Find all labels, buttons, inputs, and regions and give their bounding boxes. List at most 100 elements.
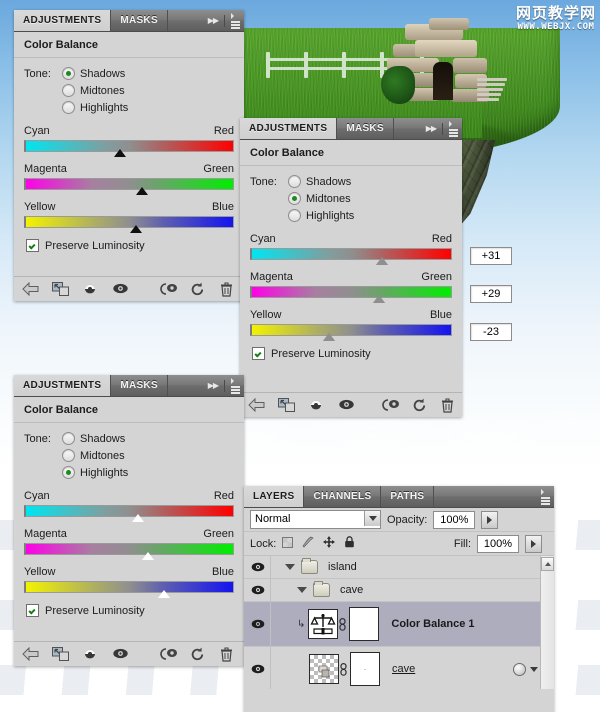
tab-adjustments[interactable]: ADJUSTMENTS	[14, 10, 112, 31]
panel-menu-icon[interactable]	[231, 12, 240, 29]
fill-input[interactable]: 100%	[477, 534, 519, 553]
tab-adjustments[interactable]: ADJUSTMENTS	[240, 118, 338, 139]
view-previous-state-icon[interactable]	[160, 282, 177, 297]
preserve-luminosity-checkbox[interactable]	[26, 604, 39, 617]
layer-style-icon[interactable]	[513, 662, 526, 676]
slider-track[interactable]	[24, 216, 234, 233]
lock-image-pixels-icon[interactable]	[302, 535, 314, 553]
color-balance-scale-icon[interactable]	[308, 609, 339, 639]
toggle-visibility-eye-icon[interactable]	[338, 398, 354, 413]
return-arrow-icon[interactable]	[22, 646, 39, 662]
layer-row-island[interactable]: island	[244, 556, 554, 579]
slider-value-input[interactable]: +31	[470, 247, 512, 265]
visibility-toggle-cave-group[interactable]	[246, 579, 271, 601]
slider-track[interactable]	[24, 581, 234, 598]
tab-layers[interactable]: LAYERS	[244, 486, 305, 507]
slider-track[interactable]	[250, 324, 452, 341]
slider-track[interactable]	[24, 543, 234, 560]
preview-eye-filled-icon[interactable]	[308, 398, 324, 413]
layers-panel[interactable]: LAYERS CHANNELS PATHS Normal Opacity: 10…	[244, 486, 554, 712]
collapse-panel-icon[interactable]: ▶▶	[208, 381, 219, 390]
delete-icon[interactable]	[441, 397, 454, 413]
clip-to-layer-icon[interactable]	[52, 281, 69, 297]
expand-effects-icon[interactable]	[530, 666, 538, 672]
view-previous-state-icon[interactable]	[160, 647, 177, 662]
layer-name[interactable]: cave	[340, 584, 363, 596]
slider-thumb[interactable]	[373, 295, 386, 303]
disclosure-triangle-icon[interactable]	[297, 587, 307, 593]
panel-menu-icon[interactable]	[449, 120, 458, 137]
preview-eye-filled-icon[interactable]	[82, 282, 98, 297]
visibility-toggle-cave[interactable]	[246, 647, 271, 689]
opacity-input[interactable]: 100%	[433, 510, 476, 529]
radio-shadows-icon[interactable]	[62, 432, 75, 445]
layer-row-cave[interactable]: · cave	[244, 647, 554, 689]
view-previous-state-icon[interactable]	[382, 398, 399, 413]
disclosure-triangle-icon[interactable]	[285, 564, 295, 570]
preserve-luminosity-checkbox[interactable]	[26, 239, 39, 252]
opacity-stepper-icon[interactable]	[481, 510, 499, 529]
preserve-luminosity-row[interactable]: Preserve Luminosity	[26, 604, 234, 617]
layer-row-cave-group[interactable]: cave	[244, 579, 554, 602]
blend-mode-select[interactable]: Normal	[250, 510, 381, 529]
radio-midtones-icon[interactable]	[62, 84, 75, 97]
return-arrow-icon[interactable]	[248, 397, 265, 413]
adjustments-panel-highlights[interactable]: ADJUSTMENTS MASKS ▶▶ Color Balance Tone: Shad…	[14, 375, 296, 666]
tab-masks[interactable]: MASKS	[111, 375, 168, 396]
tone-option-midtones[interactable]: Midtones	[288, 192, 354, 205]
collapse-panel-icon[interactable]: ▶▶	[208, 16, 219, 25]
layer-mask-thumbnail[interactable]	[349, 607, 380, 641]
collapse-panel-icon[interactable]: ▶▶	[426, 124, 437, 133]
visibility-toggle-island[interactable]	[246, 556, 271, 578]
tone-option-shadows[interactable]: Shadows	[62, 432, 128, 445]
preserve-luminosity-checkbox[interactable]	[252, 347, 265, 360]
tab-paths[interactable]: PATHS	[381, 486, 435, 507]
chevron-down-icon[interactable]	[364, 511, 380, 526]
lock-position-icon[interactable]	[323, 535, 336, 553]
clip-to-layer-icon[interactable]	[52, 646, 69, 662]
radio-highlights-icon[interactable]	[288, 209, 301, 222]
adjustments-panel-midtones[interactable]: ADJUSTMENTS MASKS ▶▶ Color Balance Tone: Shad…	[240, 118, 512, 417]
reset-icon[interactable]	[412, 398, 427, 413]
slider-track[interactable]	[250, 286, 452, 303]
radio-midtones-icon[interactable]	[288, 192, 301, 205]
preview-eye-filled-icon[interactable]	[82, 647, 98, 662]
radio-shadows-icon[interactable]	[288, 175, 301, 188]
radio-shadows-icon[interactable]	[62, 67, 75, 80]
reset-icon[interactable]	[190, 647, 206, 662]
panel-menu-icon[interactable]	[541, 488, 550, 505]
layer-name[interactable]: Color Balance 1	[391, 618, 474, 630]
radio-midtones-icon[interactable]	[62, 449, 75, 462]
tone-option-highlights[interactable]: Highlights	[288, 209, 354, 222]
slider-track[interactable]	[24, 140, 234, 157]
delete-icon[interactable]	[220, 281, 236, 297]
slider-value-input[interactable]: -23	[470, 323, 512, 341]
link-mask-icon[interactable]	[339, 662, 347, 676]
preserve-luminosity-row[interactable]: Preserve Luminosity	[26, 239, 234, 252]
slider-track[interactable]	[24, 178, 234, 195]
slider-thumb[interactable]	[114, 149, 127, 157]
tab-masks[interactable]: MASKS	[111, 10, 168, 31]
tone-option-highlights[interactable]: Highlights	[62, 101, 128, 114]
lock-all-icon[interactable]	[344, 535, 355, 553]
tone-option-shadows[interactable]: Shadows	[288, 175, 354, 188]
slider-thumb[interactable]	[322, 333, 335, 341]
link-mask-icon[interactable]	[338, 617, 346, 631]
slider-track[interactable]	[24, 505, 234, 522]
scroll-up-icon[interactable]	[541, 557, 554, 571]
slider-value-input[interactable]: +29	[470, 285, 512, 303]
lock-transparent-pixels-icon[interactable]	[282, 535, 294, 553]
clip-to-layer-icon[interactable]	[278, 397, 295, 413]
slider-thumb[interactable]	[142, 552, 155, 560]
fill-stepper-icon[interactable]	[525, 534, 542, 553]
tab-adjustments[interactable]: ADJUSTMENTS	[14, 375, 112, 396]
tab-masks[interactable]: MASKS	[337, 118, 394, 139]
radio-highlights-icon[interactable]	[62, 101, 75, 114]
toggle-visibility-eye-icon[interactable]	[112, 282, 128, 297]
tone-option-shadows[interactable]: Shadows	[62, 67, 128, 80]
slider-thumb[interactable]	[157, 590, 170, 598]
panel-menu-icon[interactable]	[231, 377, 240, 394]
slider-thumb[interactable]	[135, 187, 148, 195]
tone-option-midtones[interactable]: Midtones	[62, 449, 128, 462]
layer-thumbnail[interactable]	[309, 654, 339, 684]
